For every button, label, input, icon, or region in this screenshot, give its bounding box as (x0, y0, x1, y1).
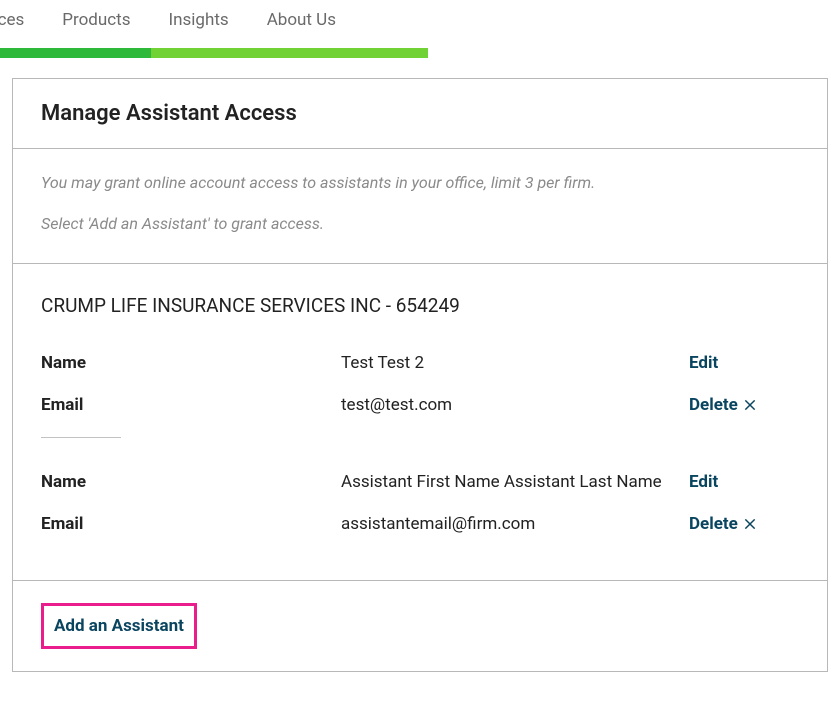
card-header: Manage Assistant Access (13, 79, 827, 149)
assistant-name-row: Name Assistant First Name Assistant Last… (41, 472, 799, 492)
progress-seg-2 (151, 48, 428, 58)
nav-item-resources[interactable]: rces (0, 10, 24, 30)
assistant-divider (41, 437, 121, 438)
progress-seg-1 (0, 48, 151, 58)
assistant-name-row: Name Test Test 2 Edit (41, 353, 799, 373)
close-icon (742, 397, 758, 413)
label-email: Email (41, 395, 341, 415)
assistant-email-row: Email assistantemail@firm.com Delete (41, 514, 799, 534)
intro-line-2: Select 'Add an Assistant' to grant acces… (41, 214, 799, 235)
intro-line-1: You may grant online account access to a… (41, 173, 799, 194)
delete-button[interactable]: Delete (689, 514, 799, 534)
assistant-name-value: Assistant First Name Assistant Last Name (341, 472, 689, 492)
manage-assistant-card: Manage Assistant Access You may grant on… (12, 78, 828, 672)
assistant-email-value: test@test.com (341, 395, 689, 415)
card-intro: You may grant online account access to a… (13, 149, 827, 264)
nav-item-about-us[interactable]: About Us (267, 10, 336, 30)
assistant-name-value: Test Test 2 (341, 353, 689, 373)
assistant-email-value: assistantemail@firm.com (341, 514, 689, 534)
add-assistant-button[interactable]: Add an Assistant (41, 603, 197, 649)
delete-label: Delete (689, 514, 738, 534)
page-title: Manage Assistant Access (41, 101, 799, 126)
nav-item-products[interactable]: Products (62, 10, 130, 30)
label-email: Email (41, 514, 341, 534)
top-nav: rces Products Insights About Us (0, 0, 840, 49)
delete-button[interactable]: Delete (689, 395, 799, 415)
card-footer: Add an Assistant (13, 581, 827, 671)
assistant-email-row: Email test@test.com Delete (41, 395, 799, 415)
edit-button[interactable]: Edit (689, 472, 799, 492)
delete-label: Delete (689, 395, 738, 415)
firm-name: CRUMP LIFE INSURANCE SERVICES INC - 6542… (41, 294, 799, 317)
label-name: Name (41, 353, 341, 373)
firm-section: CRUMP LIFE INSURANCE SERVICES INC - 6542… (13, 264, 827, 581)
label-name: Name (41, 472, 341, 492)
nav-item-insights[interactable]: Insights (169, 10, 229, 30)
close-icon (742, 516, 758, 532)
edit-button[interactable]: Edit (689, 353, 799, 373)
progress-bar (0, 48, 840, 58)
